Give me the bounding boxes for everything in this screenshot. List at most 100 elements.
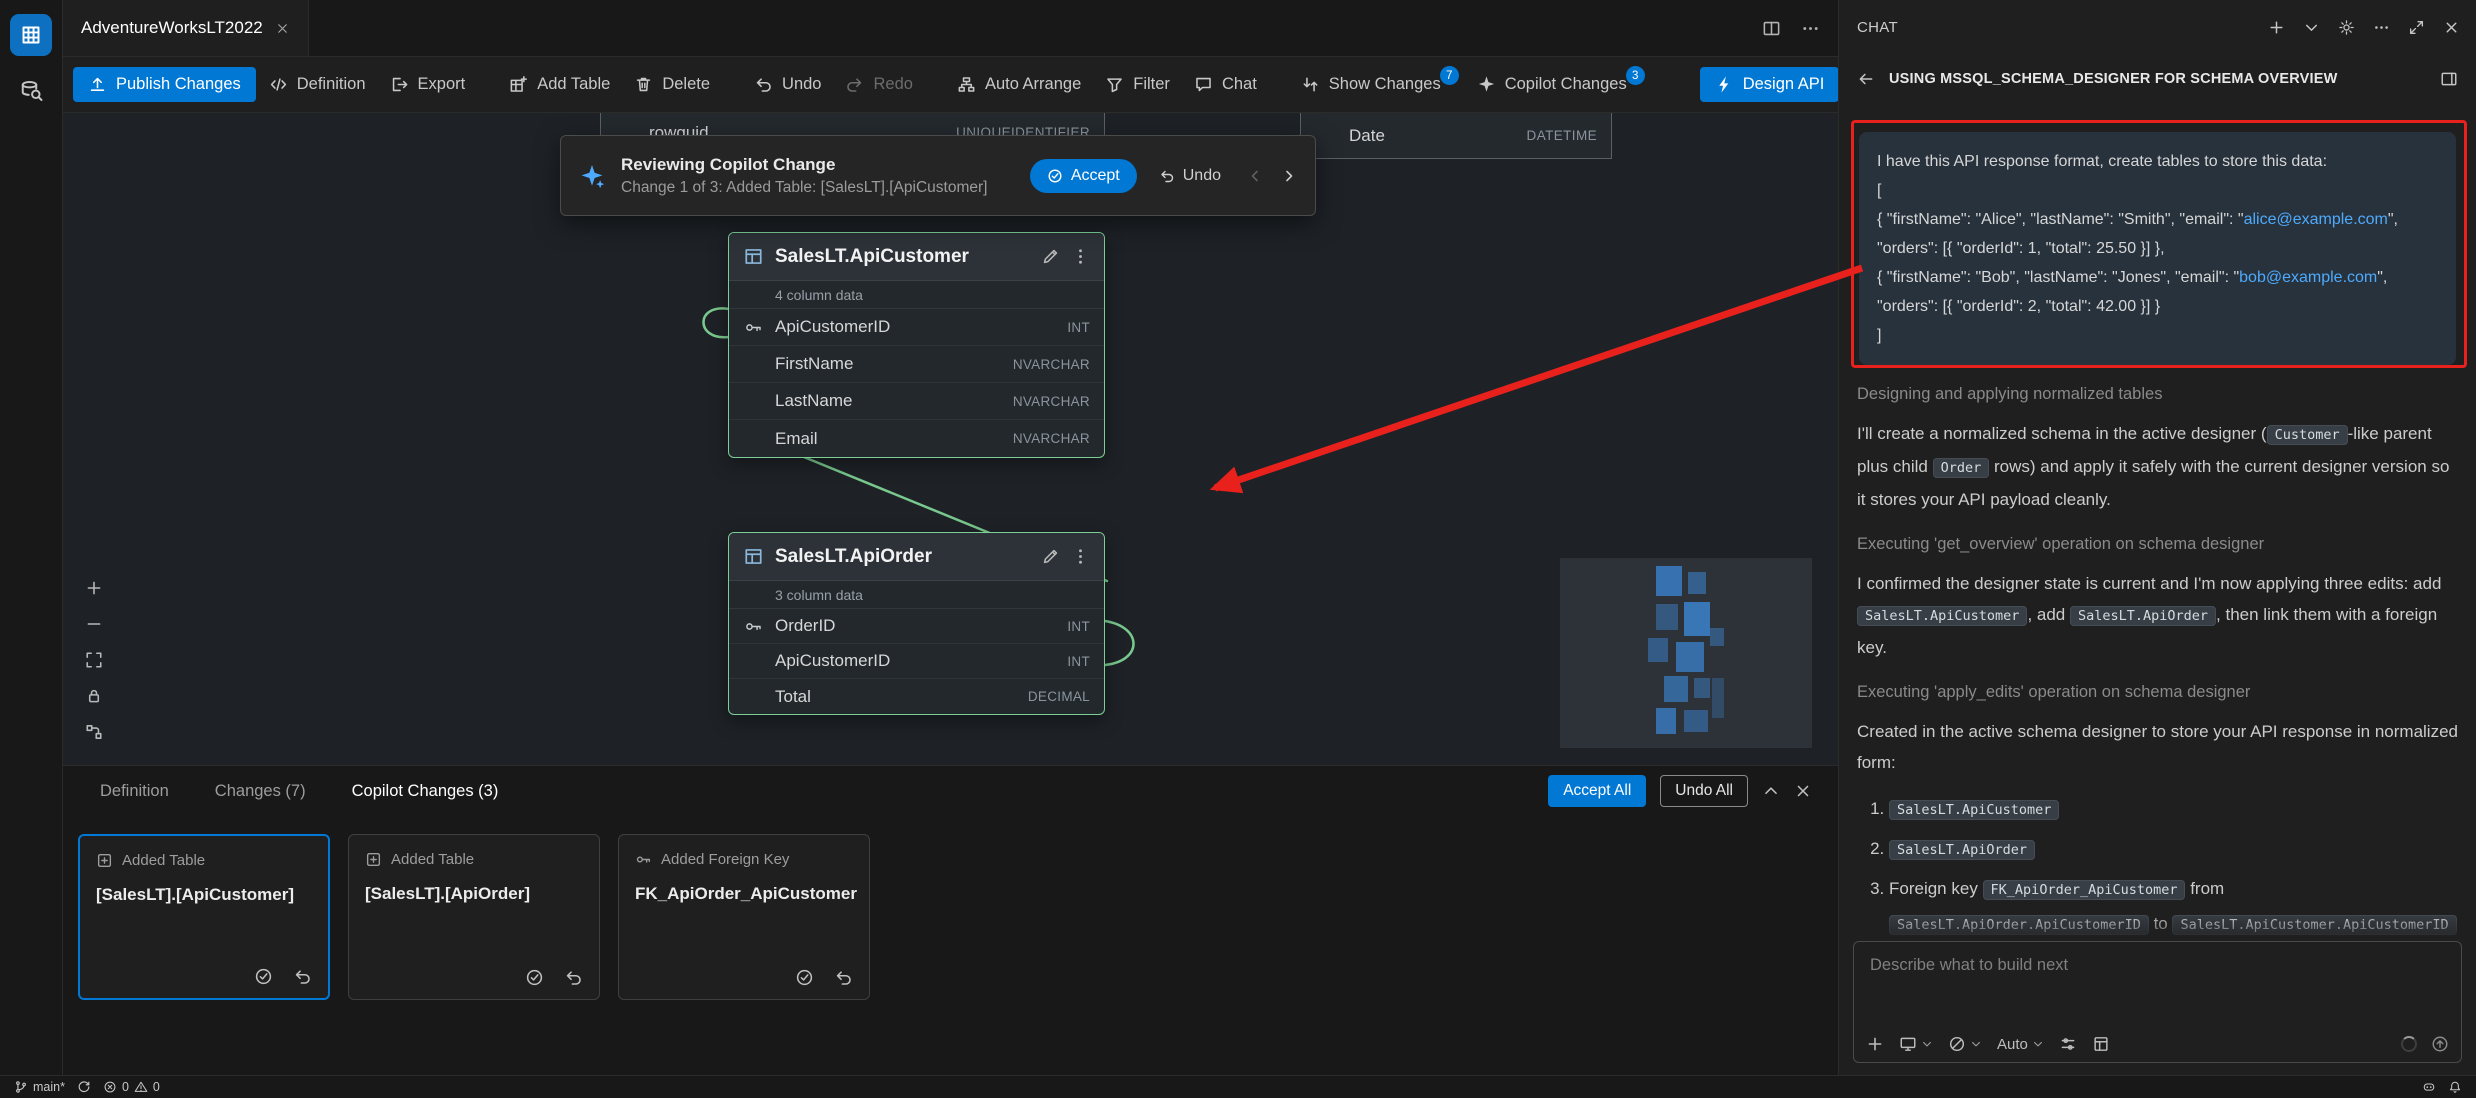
previous-change-icon[interactable] [1247,168,1263,184]
new-chat-icon[interactable] [2268,19,2285,36]
more-icon[interactable] [2373,19,2390,36]
undo-button[interactable]: Undo [743,67,832,102]
tab-copilot-changes[interactable]: Copilot Changes (3) [352,782,499,801]
accept-all-button[interactable]: Accept All [1548,775,1646,807]
show-changes-badge: 7 [1440,66,1459,85]
gear-icon[interactable] [2338,19,2355,36]
discard-change-icon[interactable] [564,968,583,987]
design-api-button[interactable]: Design API [1700,67,1840,102]
model-picker[interactable]: Auto [1997,1036,2044,1053]
attach-icon[interactable] [1866,1035,1884,1053]
table-row[interactable]: ApiCustomerID INT [729,644,1104,679]
expand-icon[interactable] [2408,19,2425,36]
column-type: INT [1067,320,1090,335]
back-icon[interactable] [1857,70,1875,88]
column-type: NVARCHAR [1013,431,1090,446]
table-menu-icon[interactable] [1071,247,1090,266]
more-actions-icon[interactable] [1801,19,1820,38]
email-link[interactable]: alice@example.com [2244,211,2388,228]
auto-layout-button[interactable] [81,719,107,745]
lock-canvas-button[interactable] [81,683,107,709]
publish-changes-button[interactable]: Publish Changes [73,67,256,102]
table-card-apiorder[interactable]: SalesLT.ApiOrder 3 column data OrderID I… [728,532,1105,715]
next-change-icon[interactable] [1281,168,1297,184]
table-row[interactable]: Total DECIMAL [729,679,1104,714]
table-menu-icon[interactable] [1071,547,1090,566]
accept-change-icon[interactable] [254,967,273,986]
table-row[interactable]: FirstName NVARCHAR [729,346,1104,383]
tools-icon[interactable] [2059,1035,2077,1053]
database-search-activity-button[interactable] [10,70,52,112]
schema-designer-activity-button[interactable] [10,14,52,56]
undo-change-button[interactable]: Undo [1153,159,1227,193]
editor-tab-bar: AdventureWorksLT2022 [63,0,1838,57]
mode-picker[interactable] [1948,1035,1982,1053]
notifications-bell[interactable] [2442,1080,2468,1094]
undo-all-button[interactable]: Undo All [1660,775,1748,807]
git-branch-indicator[interactable]: main* [8,1080,71,1094]
close-icon[interactable] [2443,19,2460,36]
chat-scroll-area[interactable]: I have this API response format, create … [1839,108,2476,941]
export-button[interactable]: Export [379,67,477,102]
discard-change-icon[interactable] [834,968,853,987]
chat-message-line: ] [1877,321,2438,350]
chat-input[interactable]: Describe what to build next Auto [1853,941,2462,1063]
text-segment: Foreign key [1889,879,1983,898]
accept-change-icon[interactable] [795,968,814,987]
canvas-minimap[interactable] [1560,558,1812,748]
copilot-changes-button[interactable]: Copilot Changes3 [1466,67,1650,102]
tab-definition[interactable]: Definition [100,782,169,801]
activity-bar [0,0,63,1075]
add-table-button[interactable]: Add Table [498,67,621,102]
definition-button[interactable]: Definition [258,67,377,102]
table-card-apicustomer[interactable]: SalesLT.ApiCustomer 4 column data ApiCus… [728,232,1105,458]
accept-change-button[interactable]: Accept [1030,159,1137,193]
change-card-apiorder[interactable]: Added Table [SalesLT].[ApiOrder] [348,834,600,1000]
column-name: Date [1349,126,1385,146]
chevron-down-icon [1921,1038,1933,1050]
warning-icon [134,1080,148,1094]
chevron-down-icon[interactable] [2303,19,2320,36]
show-changes-button[interactable]: Show Changes7 [1290,67,1464,102]
table-row[interactable]: ApiCustomerID INT [729,309,1104,346]
screen-context-picker[interactable] [1899,1035,1933,1053]
change-card-foreign-key[interactable]: Added Foreign Key FK_ApiOrder_ApiCustome… [618,834,870,1000]
split-editor-icon[interactable] [1762,19,1781,38]
text-segment: { "firstName": "Bob", "lastName": "Jones… [1877,269,2239,286]
change-title: FK_ApiOrder_ApiCustomer [635,884,853,904]
collapse-panel-icon[interactable] [1762,782,1780,800]
problems-indicator[interactable]: 0 0 [97,1080,166,1094]
accept-change-icon[interactable] [525,968,544,987]
auto-arrange-button[interactable]: Auto Arrange [946,67,1092,102]
tab-adventureworkslt2022[interactable]: AdventureWorksLT2022 [63,0,309,56]
text-segment: to [2149,914,2173,933]
sync-indicator[interactable] [71,1080,97,1094]
zoom-fit-button[interactable] [81,647,107,673]
table-row[interactable]: Email NVARCHAR [729,420,1104,457]
email-link[interactable]: bob@example.com [2239,269,2377,286]
filter-button[interactable]: Filter [1094,67,1181,102]
redo-button[interactable]: Redo [834,67,923,102]
table-row[interactable]: OrderID INT [729,609,1104,644]
partial-table-row[interactable]: Date DATETIME [1300,113,1612,159]
change-card-apicustomer[interactable]: Added Table [SalesLT].[ApiCustomer] [78,834,330,1000]
chat-button[interactable]: Chat [1183,67,1268,102]
edit-table-icon[interactable] [1041,247,1060,266]
discard-change-icon[interactable] [293,967,312,986]
delete-button[interactable]: Delete [623,67,721,102]
check-circle-icon [1047,168,1063,184]
zoom-out-button[interactable] [81,611,107,637]
toast-title: Reviewing Copilot Change [621,155,1014,175]
schema-canvas[interactable]: rowguid UNIQUEIDENTIFIER Date DATETIME R… [63,113,1838,765]
copilot-status[interactable] [2416,1080,2442,1094]
open-in-editor-icon[interactable] [2440,70,2458,88]
status-bar: main* 0 0 [0,1075,2476,1098]
table-row[interactable]: LastName NVARCHAR [729,383,1104,420]
edit-table-icon[interactable] [1041,547,1060,566]
close-panel-icon[interactable] [1794,782,1812,800]
close-icon[interactable] [275,21,290,36]
send-icon[interactable] [2431,1035,2449,1053]
tab-changes[interactable]: Changes (7) [215,782,306,801]
instructions-icon[interactable] [2092,1035,2110,1053]
zoom-in-button[interactable] [81,575,107,601]
